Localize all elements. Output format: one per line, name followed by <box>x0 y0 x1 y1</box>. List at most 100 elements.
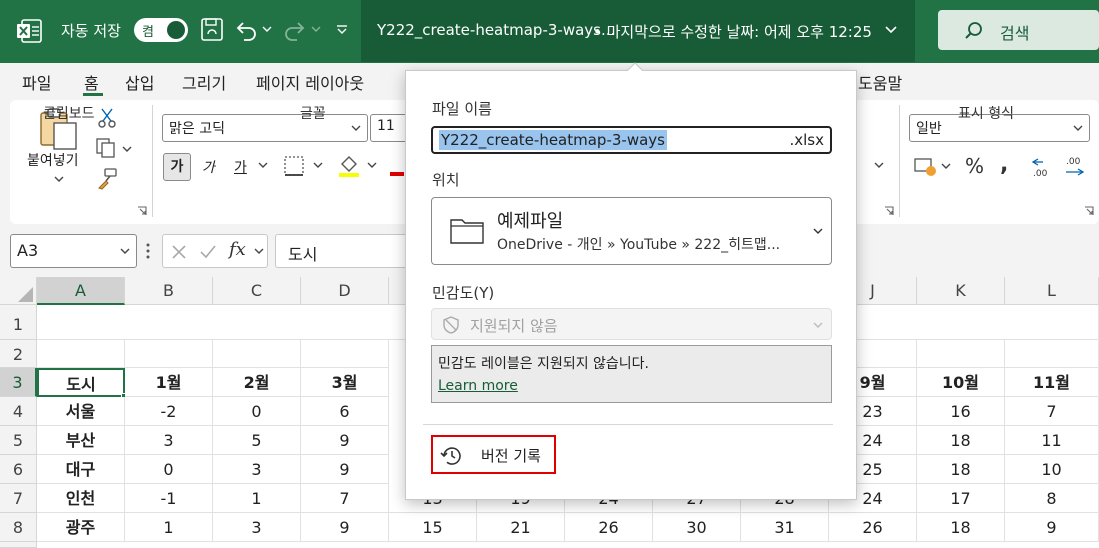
row-header-7[interactable]: 7 <box>0 484 37 513</box>
clipboard-launcher-icon[interactable] <box>137 206 147 216</box>
fill-color-icon[interactable] <box>338 154 380 178</box>
comma-style-icon[interactable]: , <box>1000 152 1008 177</box>
font-name-select[interactable]: 맑은 고딕 <box>162 114 368 142</box>
paste-dropdown-icon[interactable] <box>54 175 64 183</box>
number-launcher-icon[interactable] <box>1084 206 1094 216</box>
cell-h8[interactable]: 30 <box>653 513 741 542</box>
name-box[interactable]: A3 <box>10 234 137 268</box>
formula-input[interactable]: 도시 <box>275 234 415 268</box>
cell-l2[interactable] <box>1005 340 1099 368</box>
sensitivity-select[interactable]: 지원되지 않음 <box>431 308 832 340</box>
cell-a7[interactable]: 인천 <box>37 484 125 513</box>
cell-e8[interactable]: 15 <box>389 513 477 542</box>
cell-b7[interactable]: -1 <box>125 484 213 513</box>
font-color-icon[interactable] <box>390 154 404 176</box>
cell-i8[interactable]: 31 <box>741 513 829 542</box>
search-box[interactable]: 검색 <box>938 10 1099 50</box>
row-header-3[interactable]: 3 <box>0 368 37 397</box>
column-header-d[interactable]: D <box>301 277 389 305</box>
cell-k3[interactable]: 10월 <box>917 368 1005 397</box>
column-header-c[interactable]: C <box>213 277 301 305</box>
row-header-4[interactable]: 4 <box>0 397 37 426</box>
learn-more-link[interactable]: Learn more <box>438 378 518 394</box>
cell-a3-selected[interactable]: 도시 <box>37 368 125 397</box>
cell-c3[interactable]: 2월 <box>213 368 301 397</box>
cell-d6[interactable]: 9 <box>301 455 389 484</box>
undo-icon[interactable] <box>234 18 258 42</box>
menu-home[interactable]: 홈 <box>84 70 99 94</box>
cell-g8[interactable]: 26 <box>565 513 653 542</box>
cell-j8[interactable]: 26 <box>829 513 917 542</box>
version-history-button[interactable]: 버전 기록 <box>431 435 556 474</box>
cell-c4[interactable]: 0 <box>213 397 301 426</box>
row-header-9[interactable] <box>0 542 37 548</box>
cell-f8[interactable]: 21 <box>477 513 565 542</box>
cell-a5[interactable]: 부산 <box>37 426 125 455</box>
cell-d7[interactable]: 7 <box>301 484 389 513</box>
cell-k5[interactable]: 18 <box>917 426 1005 455</box>
cell-b2[interactable] <box>125 340 213 368</box>
cell-l7[interactable]: 8 <box>1005 484 1099 513</box>
underline-dropdown-icon[interactable] <box>258 162 268 169</box>
redo-icon[interactable] <box>283 18 307 42</box>
cell-b5[interactable]: 3 <box>125 426 213 455</box>
copy-icon[interactable] <box>96 138 132 158</box>
paste-label[interactable]: 붙여넣기 <box>27 150 79 170</box>
bold-button[interactable]: 가 <box>163 153 191 181</box>
cell-c2[interactable] <box>213 340 301 368</box>
cell-d5[interactable]: 9 <box>301 426 389 455</box>
cell-c5[interactable]: 5 <box>213 426 301 455</box>
cell-l8[interactable]: 9 <box>1005 513 1099 542</box>
cell-d8[interactable]: 9 <box>301 513 389 542</box>
save-icon[interactable] <box>200 17 224 43</box>
menu-page-layout[interactable]: 페이지 레이아웃 <box>256 70 364 94</box>
menu-draw[interactable]: 그리기 <box>182 70 226 94</box>
row-header-5[interactable]: 5 <box>0 426 37 455</box>
row-header-2[interactable]: 2 <box>0 340 37 368</box>
cell-l3[interactable]: 11월 <box>1005 368 1099 397</box>
column-header-l[interactable]: L <box>1005 277 1099 305</box>
file-info-button[interactable]: Y222_create-heatmap-3-ways... • 마지막으로 수정… <box>361 0 915 62</box>
cell-b3[interactable]: 1월 <box>125 368 213 397</box>
underline-button[interactable]: 가 <box>234 157 247 177</box>
cell-a4[interactable]: 서울 <box>37 397 125 426</box>
cell-d4[interactable]: 6 <box>301 397 389 426</box>
cell-l4[interactable]: 7 <box>1005 397 1099 426</box>
cancel-icon[interactable] <box>171 244 187 260</box>
cell-c7[interactable]: 1 <box>213 484 301 513</box>
cell-k8[interactable]: 18 <box>917 513 1005 542</box>
accounting-format-icon[interactable] <box>914 156 954 178</box>
row-header-1[interactable]: 1 <box>0 305 37 340</box>
alignment-dropdown-icon[interactable] <box>874 162 884 169</box>
insert-function-icon[interactable]: fx <box>229 239 246 260</box>
cell-b6[interactable]: 0 <box>125 455 213 484</box>
column-header-k[interactable]: K <box>917 277 1005 305</box>
customize-toolbar-icon[interactable] <box>336 25 348 35</box>
column-header-b[interactable]: B <box>125 277 213 305</box>
cell-k4[interactable]: 16 <box>917 397 1005 426</box>
borders-icon[interactable] <box>284 156 324 176</box>
decrease-decimal-icon[interactable]: .00 <box>1064 155 1088 179</box>
cut-icon[interactable] <box>98 108 116 128</box>
cell-b8[interactable]: 1 <box>125 513 213 542</box>
row-header-6[interactable]: 6 <box>0 455 37 484</box>
file-name-input[interactable]: Y222_create-heatmap-3-ways .xlsx <box>431 126 832 154</box>
more-options-icon[interactable] <box>146 243 150 259</box>
format-painter-icon[interactable] <box>97 168 117 190</box>
enter-icon[interactable] <box>199 244 217 260</box>
cell-c8[interactable]: 3 <box>213 513 301 542</box>
location-selector[interactable]: 예제파일 OneDrive - 개인 » YouTube » 222_히트맵..… <box>431 197 832 265</box>
redo-dropdown-icon[interactable] <box>311 25 321 33</box>
cell-a8[interactable]: 광주 <box>37 513 125 542</box>
increase-decimal-icon[interactable]: .00 <box>1031 155 1055 179</box>
autosave-toggle[interactable]: 켬 <box>134 18 188 42</box>
column-header-a[interactable]: A <box>37 277 125 305</box>
menu-insert[interactable]: 삽입 <box>125 70 154 94</box>
undo-dropdown-icon[interactable] <box>262 25 272 33</box>
cell-k6[interactable]: 18 <box>917 455 1005 484</box>
cell-k7[interactable]: 17 <box>917 484 1005 513</box>
cell-l6[interactable]: 10 <box>1005 455 1099 484</box>
cell-b4[interactable]: -2 <box>125 397 213 426</box>
cell-l5[interactable]: 11 <box>1005 426 1099 455</box>
cell-c6[interactable]: 3 <box>213 455 301 484</box>
